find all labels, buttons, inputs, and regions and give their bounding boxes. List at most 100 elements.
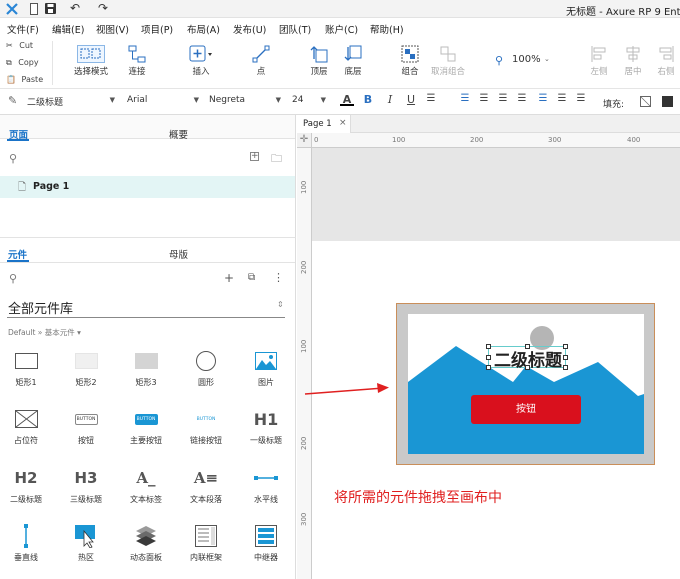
select-mode-button[interactable]: 选择模式 [62,45,120,77]
font-family-select[interactable]: Arial ▼ [127,95,199,109]
ruler-origin-icon[interactable]: ✛ [297,133,312,148]
add-page-icon[interactable]: + [250,152,259,161]
align-left-button[interactable]: 左侧 [585,45,613,77]
divider [0,262,295,263]
align-top-icon[interactable]: ☰ [536,93,550,104]
send-to-back-button[interactable]: 底层 [336,45,370,77]
bring-to-front-button[interactable]: 顶层 [302,45,336,77]
resize-handle[interactable] [563,344,568,349]
tab-widgets[interactable]: 元件 [8,247,27,261]
more-menu-icon[interactable]: ⋮ [273,271,284,284]
widget-circle[interactable]: 圆形 [176,348,236,388]
image-widget-frame[interactable]: 二级标题 按钮 [396,303,655,465]
widget-button[interactable]: BUTTON 按钮 [56,406,116,446]
menu-account[interactable]: 账户(C) [325,22,358,36]
heading-widget-selected[interactable]: 二级标题 [486,344,568,371]
justify-icon[interactable]: ☰ [515,93,529,104]
widget-paragraph[interactable]: A≡ 文本段落 [176,465,236,505]
bullet-list-icon[interactable]: ☰ [424,93,438,104]
tab-outline[interactable]: 概要 [169,127,188,141]
group-button[interactable]: 组合 [393,45,427,77]
menu-publish[interactable]: 发布(U) [233,22,266,36]
resize-handle[interactable] [525,365,530,370]
tab-masters[interactable]: 母版 [169,247,188,261]
undo-icon[interactable]: ↶ [70,1,80,15]
widget-placeholder[interactable]: 占位符 [0,406,56,446]
italic-icon[interactable]: I [383,93,397,106]
copy-button[interactable]: ⧉ Copy [6,58,39,68]
style-select[interactable]: 二级标题 ▼ [27,95,115,109]
menu-edit[interactable]: 编辑(E) [52,22,84,36]
menu-team[interactable]: 团队(T) [279,22,311,36]
paint-format-icon[interactable]: ✎ [8,94,17,107]
align-bottom-icon[interactable]: ☰ [574,93,588,104]
redo-icon[interactable]: ↷ [98,1,108,15]
page-list-item[interactable]: 🗋 Page 1 [0,176,295,198]
canvas-red-button[interactable]: 按钮 [471,395,581,424]
mountain-image-icon [408,326,644,454]
widget-inline-frame[interactable]: 内联框架 [176,523,236,563]
widget-dynamic-panel[interactable]: 动态面板 [116,523,176,563]
add-folder-icon[interactable]: 🗀 [271,150,282,169]
widget-rectangle2[interactable]: 矩形2 [56,348,116,388]
connect-button[interactable]: 连接 [120,45,154,77]
widget-image[interactable]: 图片 [236,348,296,388]
paste-button[interactable]: 📋 Paste [6,75,43,84]
text-color-icon[interactable]: A [340,93,354,106]
close-icon[interactable]: × [339,118,347,128]
bold-icon[interactable]: B [361,93,375,106]
widget-heading1[interactable]: H1 一级标题 [236,406,296,446]
library-select[interactable]: 全部元件库 ⇕ [7,295,285,318]
library-manager-icon[interactable]: ⧉ [248,272,255,283]
widget-text-label[interactable]: A_ 文本标签 [116,465,176,505]
align-middle-icon[interactable]: ☰ [555,93,569,104]
image-widget[interactable] [408,314,644,454]
widget-rectangle1[interactable]: 矩形1 [0,348,56,388]
font-weight-select[interactable]: Negreta ▼ [209,95,281,109]
widget-primary-button[interactable]: BUTTON 主要按钮 [116,406,176,446]
insert-plus-icon [189,45,212,62]
resize-handle[interactable] [486,344,491,349]
resize-handle[interactable] [563,355,568,360]
resize-handle[interactable] [525,344,530,349]
widget-heading3[interactable]: H3 三级标题 [56,465,116,505]
page-icon: 🗋 [18,182,27,193]
save-icon[interactable] [45,3,56,14]
align-right-button[interactable]: 右侧 [652,45,680,77]
align-text-left-icon[interactable]: ☰ [458,93,472,104]
tab-page1[interactable]: Page 1 × [297,115,351,133]
align-center-button[interactable]: 居中 [619,45,647,77]
align-text-center-icon[interactable]: ☰ [477,93,491,104]
widget-link-button[interactable]: BUTTON 链接按钮 [176,406,236,446]
widget-hotspot[interactable]: 热区 [56,523,116,563]
add-library-icon[interactable]: + [224,271,234,285]
horizontal-line-icon [254,476,278,480]
shadow-swatch[interactable] [662,96,673,107]
menu-file[interactable]: 文件(F) [7,22,39,36]
widget-vertical-line[interactable]: 垂直线 [0,523,56,563]
widget-rectangle3[interactable]: 矩形3 [116,348,176,388]
menu-view[interactable]: 视图(V) [96,22,129,36]
fill-color-swatch[interactable] [640,96,651,107]
search-icon[interactable]: ⚲ [9,272,17,285]
new-file-icon[interactable] [30,3,38,15]
underline-icon[interactable]: U [404,93,418,106]
insert-button[interactable]: 插入 [184,45,218,77]
resize-handle[interactable] [563,365,568,370]
align-text-right-icon[interactable]: ☰ [496,93,510,104]
resize-handle[interactable] [486,355,491,360]
zoom-select[interactable]: ⚲ 100% ⌄ [495,54,555,70]
widget-heading2[interactable]: H2 二级标题 [0,465,56,505]
menu-help[interactable]: 帮助(H) [370,22,404,36]
group-icon [401,45,419,63]
menu-project[interactable]: 项目(P) [141,22,173,36]
cut-button[interactable]: ✂ Cut [6,41,33,50]
ungroup-button[interactable]: 取消组合 [427,45,469,77]
search-icon[interactable]: ⚲ [9,152,17,165]
menu-layout[interactable]: 布局(A) [187,22,220,36]
resize-handle[interactable] [486,365,491,370]
point-button[interactable]: 点 [246,45,276,77]
widget-repeater[interactable]: 中继器 [236,523,296,563]
widget-horizontal-line[interactable]: 水平线 [236,465,296,505]
font-size-select[interactable]: 24 ▼ [292,95,326,109]
